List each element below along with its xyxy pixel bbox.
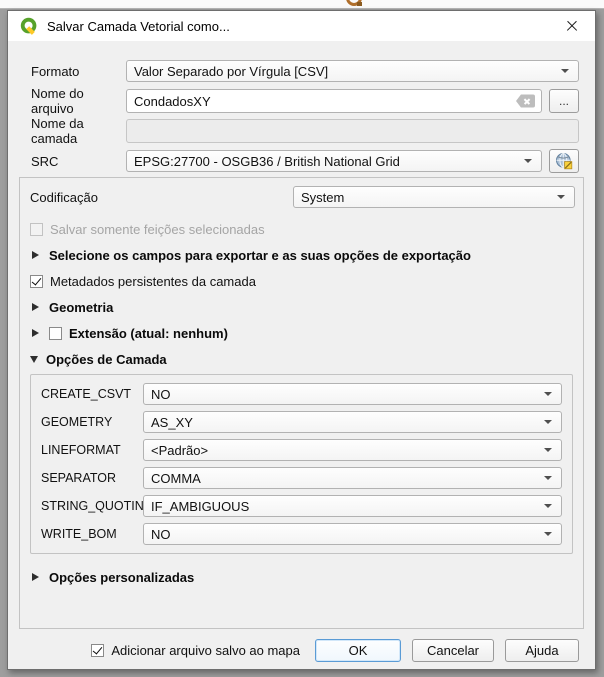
titlebar: Salvar Camada Vetorial como... bbox=[8, 11, 595, 41]
write-bom-select[interactable]: NO bbox=[143, 523, 562, 545]
encoding-label: Codificação bbox=[30, 190, 293, 205]
filename-label: Nome do arquivo bbox=[31, 89, 126, 113]
options-panel: Codificação System Salvar somente feiçõe… bbox=[19, 177, 584, 629]
background-artifact bbox=[346, 0, 362, 6]
save-selected-only-label: Salvar somente feições selecionadas bbox=[50, 222, 265, 237]
geometry-option-select[interactable]: AS_XY bbox=[143, 411, 562, 433]
dropdown-arrow-icon bbox=[544, 476, 552, 480]
crs-label: SRC bbox=[31, 149, 126, 173]
crs-picker-button[interactable] bbox=[549, 149, 579, 173]
dialog-title: Salvar Camada Vetorial como... bbox=[47, 19, 559, 34]
option-label: LINEFORMAT bbox=[41, 443, 137, 457]
extent-checkbox[interactable] bbox=[49, 327, 62, 340]
dropdown-arrow-icon bbox=[544, 392, 552, 396]
custom-options-expander[interactable]: Opções personalizadas bbox=[30, 568, 575, 586]
save-selected-only-checkbox bbox=[30, 223, 43, 236]
dropdown-arrow-icon bbox=[557, 195, 565, 199]
option-label: STRING_QUOTING bbox=[41, 499, 137, 513]
add-to-map-checkbox[interactable] bbox=[91, 644, 104, 657]
browse-button[interactable]: ... bbox=[549, 89, 579, 113]
persistent-metadata-checkbox[interactable] bbox=[30, 275, 43, 288]
expander-expanded-icon bbox=[30, 356, 38, 363]
string-quoting-select[interactable]: IF_AMBIGUOUS bbox=[143, 495, 562, 517]
layer-options-label: Opções de Camada bbox=[46, 352, 167, 367]
separator-select[interactable]: COMMA bbox=[143, 467, 562, 489]
expander-collapsed-icon bbox=[32, 251, 39, 259]
lineformat-select[interactable]: <Padrão> bbox=[143, 439, 562, 461]
dropdown-arrow-icon bbox=[544, 420, 552, 424]
encoding-select[interactable]: System bbox=[293, 186, 575, 208]
help-button[interactable]: Ajuda bbox=[505, 639, 579, 662]
extent-expander[interactable]: Extensão (atual: nenhum) bbox=[30, 324, 575, 342]
layername-input bbox=[126, 119, 579, 143]
qgis-logo-icon bbox=[20, 17, 39, 36]
crs-select[interactable]: EPSG:27700 - OSGB36 / British National G… bbox=[126, 150, 542, 172]
option-label: WRITE_BOM bbox=[41, 527, 137, 541]
background-window-strip bbox=[0, 0, 604, 9]
layer-options-expander[interactable]: Opções de Camada bbox=[30, 350, 575, 368]
option-label: SEPARATOR bbox=[41, 471, 137, 485]
layer-options-box: CREATE_CSVT NO GEOMETRY AS_XY LINEFORMAT… bbox=[30, 374, 573, 554]
filename-input[interactable] bbox=[126, 89, 542, 113]
ok-button[interactable]: OK bbox=[315, 639, 401, 662]
persistent-metadata-row[interactable]: Metadados persistentes da camada bbox=[30, 272, 575, 290]
close-icon[interactable] bbox=[559, 15, 585, 37]
format-label: Formato bbox=[31, 59, 126, 83]
add-to-map-row[interactable]: Adicionar arquivo salvo ao mapa bbox=[91, 643, 300, 658]
dropdown-arrow-icon bbox=[524, 159, 532, 163]
geometry-expander[interactable]: Geometria bbox=[30, 298, 575, 316]
expander-collapsed-icon bbox=[32, 303, 39, 311]
option-label: CREATE_CSVT bbox=[41, 387, 137, 401]
dropdown-arrow-icon bbox=[561, 69, 569, 73]
main-form: Formato Valor Separado por Vírgula [CSV]… bbox=[31, 59, 579, 173]
dropdown-arrow-icon bbox=[544, 448, 552, 452]
dropdown-arrow-icon bbox=[544, 532, 552, 536]
format-select[interactable]: Valor Separado por Vírgula [CSV] bbox=[126, 60, 579, 82]
custom-options-label: Opções personalizadas bbox=[49, 570, 194, 585]
persistent-metadata-label: Metadados persistentes da camada bbox=[50, 274, 256, 289]
layername-label: Nome da camada bbox=[31, 119, 126, 143]
expander-collapsed-icon bbox=[32, 329, 39, 337]
cancel-button[interactable]: Cancelar bbox=[412, 639, 494, 662]
extent-label: Extensão (atual: nenhum) bbox=[69, 326, 228, 341]
globe-pencil-icon bbox=[555, 152, 573, 170]
save-selected-only-row: Salvar somente feições selecionadas bbox=[30, 220, 575, 238]
create-csvt-select[interactable]: NO bbox=[143, 383, 562, 405]
geometry-label: Geometria bbox=[49, 300, 113, 315]
select-fields-label: Selecione os campos para exportar e as s… bbox=[49, 248, 471, 263]
expander-collapsed-icon bbox=[32, 573, 39, 581]
add-to-map-label: Adicionar arquivo salvo ao mapa bbox=[111, 643, 300, 658]
select-fields-expander[interactable]: Selecione os campos para exportar e as s… bbox=[30, 246, 575, 264]
dialog-footer: Adicionar arquivo salvo ao mapa OK Cance… bbox=[8, 639, 579, 662]
option-label: GEOMETRY bbox=[41, 415, 137, 429]
save-vector-layer-dialog: Salvar Camada Vetorial como... Formato V… bbox=[7, 10, 596, 670]
dropdown-arrow-icon bbox=[544, 504, 552, 508]
